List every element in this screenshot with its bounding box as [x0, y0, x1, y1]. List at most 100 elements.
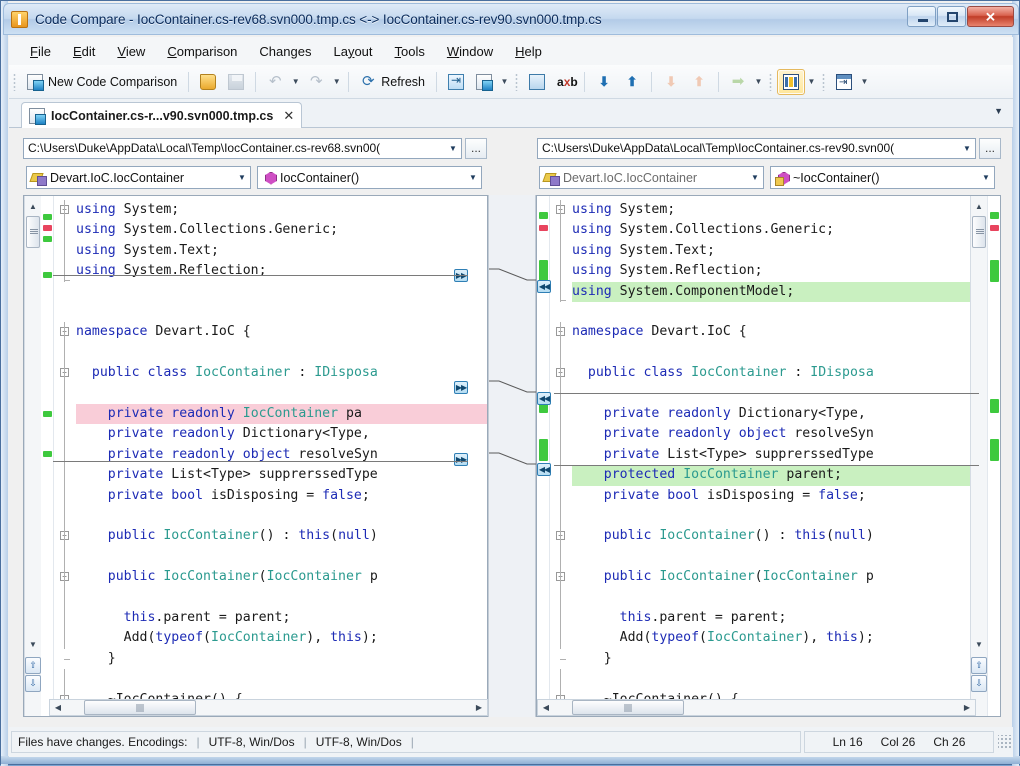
left-namespace-combo[interactable]: Devart.IoC.IocContainer ▼	[26, 166, 251, 189]
code-line[interactable]: private readonly Dictionary<Type,	[76, 424, 487, 444]
change-marker[interactable]	[539, 439, 548, 461]
code-line[interactable]: public IocContainer() : this(null)	[572, 526, 970, 546]
code-line[interactable]: using System.Reflection;	[76, 261, 487, 281]
change-marker[interactable]	[539, 260, 548, 282]
save-button[interactable]	[222, 69, 250, 95]
code-line[interactable]: public class IocContainer : IDisposa	[572, 363, 970, 383]
code-line[interactable]	[572, 547, 970, 567]
right-path-combo[interactable]: C:\Users\Duke\AppData\Local\Temp\IocCont…	[537, 138, 976, 159]
left-change-marker-bar[interactable]	[41, 196, 54, 716]
code-line[interactable]	[572, 506, 970, 526]
left-scroll-up-button[interactable]: ▲	[25, 198, 41, 214]
code-line[interactable]: private bool isDisposing = false;	[572, 486, 970, 506]
code-line[interactable]	[572, 588, 970, 608]
code-line[interactable]: public IocContainer(IocContainer p	[76, 567, 487, 587]
redo-dropdown-arrow[interactable]: ▼	[330, 70, 343, 94]
code-line[interactable]	[76, 588, 487, 608]
right-change-marker-bar[interactable]	[537, 196, 550, 716]
menu-item-edit[interactable]: Edit	[62, 40, 106, 63]
left-path-dropdown-icon[interactable]: ▼	[445, 139, 461, 158]
right-fold-gutter[interactable]: −−−−−−−	[550, 196, 572, 716]
code-line[interactable]: public IocContainer() : this(null)	[76, 526, 487, 546]
tab-list-dropdown-icon[interactable]: ▼	[994, 106, 1003, 116]
left-editor-pane[interactable]: ▲ ▼ ⇧ ⇩ −−−−−−− using System;using Syste…	[23, 195, 488, 717]
code-line[interactable]: using System.Text;	[572, 241, 970, 261]
wrap-dropdown-arrow[interactable]: ▼	[858, 70, 871, 94]
refresh-button[interactable]: ⟳ Refresh	[354, 69, 431, 95]
code-line[interactable]: namespace Devart.IoC {	[76, 322, 487, 342]
maximize-button[interactable]	[937, 6, 966, 27]
code-line[interactable]: private readonly IocContainer pa	[76, 404, 487, 424]
overview-change-marker[interactable]	[990, 260, 999, 282]
word-wrap-button[interactable]	[830, 69, 858, 95]
left-code-view[interactable]: −−−−−−− using System;using System.Collec…	[54, 196, 487, 716]
change-marker[interactable]	[539, 212, 548, 219]
code-line[interactable]: namespace Devart.IoC {	[572, 322, 970, 342]
code-line[interactable]: }	[572, 649, 970, 669]
right-hscroll-track[interactable]	[554, 700, 959, 715]
change-marker[interactable]	[539, 225, 548, 231]
right-hscroll-right-button[interactable]: ▶	[959, 700, 975, 715]
code-line[interactable]	[76, 343, 487, 363]
code-line[interactable]: using System.Collections.Generic;	[572, 220, 970, 240]
left-path-combo[interactable]: C:\Users\Duke\AppData\Local\Temp\IocCont…	[23, 138, 462, 159]
code-line[interactable]	[76, 282, 487, 302]
new-code-comparison-button[interactable]: New Code Comparison	[21, 69, 183, 95]
right-prev-change-button[interactable]: ⇧	[971, 657, 987, 674]
right-hscroll-thumb[interactable]	[572, 700, 684, 715]
left-prev-change-button[interactable]: ⇧	[25, 657, 41, 674]
code-line[interactable]	[76, 506, 487, 526]
code-line[interactable]: private readonly object resolveSyn	[572, 424, 970, 444]
resize-grip[interactable]	[998, 735, 1012, 749]
toolbar-grip[interactable]	[13, 73, 16, 91]
layout-columns-button[interactable]	[777, 69, 805, 95]
code-line[interactable]	[76, 384, 487, 404]
menu-item-help[interactable]: Help	[504, 40, 553, 63]
copy-to-left-badge[interactable]: ◀◀	[537, 392, 551, 405]
toolbar-grip[interactable]	[769, 73, 772, 91]
layout-dropdown-arrow[interactable]: ▼	[805, 70, 818, 94]
overview-change-marker[interactable]	[990, 399, 999, 413]
change-marker[interactable]	[43, 214, 52, 220]
next-conflict-button[interactable]: ⬇	[657, 69, 685, 95]
left-hscroll-left-button[interactable]: ◀	[50, 700, 66, 715]
prev-conflict-button[interactable]: ⬆	[685, 69, 713, 95]
change-marker[interactable]	[43, 451, 52, 457]
copy-all-button[interactable]	[470, 69, 498, 95]
code-line[interactable]: using System;	[76, 200, 487, 220]
left-hscroll-track[interactable]	[66, 700, 471, 715]
next-change-button[interactable]: ⬇	[590, 69, 618, 95]
right-overview-map[interactable]	[987, 196, 1000, 716]
code-line[interactable]: public class IocContainer : IDisposa	[76, 363, 487, 383]
merge-button[interactable]: ➡	[724, 69, 752, 95]
toolbar-grip[interactable]	[822, 73, 825, 91]
code-line[interactable]: protected IocContainer parent;	[572, 465, 970, 485]
code-line[interactable]: this.parent = parent;	[76, 608, 487, 628]
right-path-dropdown-icon[interactable]: ▼	[959, 139, 975, 158]
copy-to-right-badge[interactable]: ▶▶	[454, 381, 468, 394]
code-line[interactable]	[572, 669, 970, 689]
code-line[interactable]: public IocContainer(IocContainer p	[572, 567, 970, 587]
compare-mode-button[interactable]	[523, 69, 551, 95]
right-hscroll-left-button[interactable]: ◀	[538, 700, 554, 715]
code-line[interactable]: using System.Collections.Generic;	[76, 220, 487, 240]
menu-item-view[interactable]: View	[106, 40, 156, 63]
left-horizontal-scrollbar[interactable]: ◀ ▶	[49, 699, 488, 716]
code-line[interactable]	[76, 302, 487, 322]
left-hscroll-thumb[interactable]	[84, 700, 196, 715]
code-line[interactable]	[76, 669, 487, 689]
right-code-view[interactable]: −−−−−−− using System;using System.Collec…	[550, 196, 970, 716]
right-vertical-scrollbar[interactable]: ▲ ▼ ⇧ ⇩	[970, 196, 987, 716]
code-line[interactable]: this.parent = parent;	[572, 608, 970, 628]
code-line[interactable]: private readonly Dictionary<Type,	[572, 404, 970, 424]
code-line[interactable]: private readonly object resolveSyn	[76, 445, 487, 465]
left-member-dropdown-icon[interactable]: ▼	[465, 168, 481, 187]
close-button[interactable]: ✕	[967, 6, 1014, 27]
change-marker[interactable]	[43, 225, 52, 231]
left-vertical-scrollbar[interactable]: ▲ ▼ ⇧ ⇩	[24, 196, 41, 716]
copy-to-right-badge[interactable]: ▶▶	[454, 453, 468, 466]
code-line[interactable]: using System.Text;	[76, 241, 487, 261]
code-line[interactable]	[572, 302, 970, 322]
right-editor-pane[interactable]: −−−−−−− using System;using System.Collec…	[536, 195, 1001, 717]
copy-to-left-badge[interactable]: ◀◀	[537, 463, 551, 476]
